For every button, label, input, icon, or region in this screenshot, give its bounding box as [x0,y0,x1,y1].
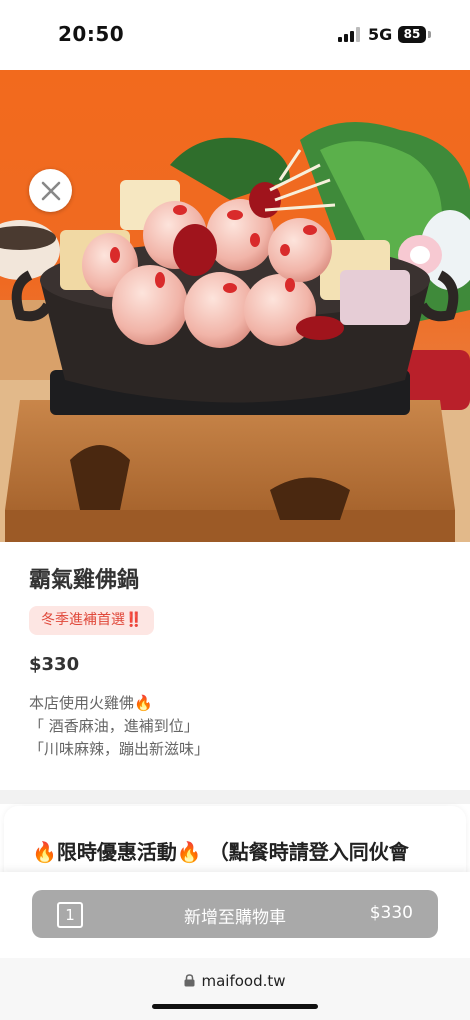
product-description: 本店使用火雞佛🔥 「 酒香麻油，進補到位」 「川味麻辣，蹦出新滋味」 [29,692,209,761]
battery-cap [428,31,431,38]
close-button[interactable] [29,169,72,212]
section-divider [0,790,470,804]
lock-icon [184,974,195,987]
description-line: 「川味麻辣，蹦出新滋味」 [29,740,210,758]
product-price: $330 [29,654,80,675]
url-text: maifood.tw [201,972,286,990]
product-image [0,70,470,542]
browser-bar: maifood.tw [0,958,470,1020]
add-to-cart-button[interactable]: 1 新增至購物車 $330 [32,890,438,938]
product-info: 霸氣雞佛鍋 冬季進補首選‼️ $330 本店使用火雞佛🔥 「 酒香麻油，進補到位… [0,542,470,790]
status-time: 20:50 [58,22,125,46]
description-line: 「 酒香麻油，進補到位」 [29,717,199,735]
description-line: 本店使用火雞佛🔥 [29,694,153,712]
promo-text: 🔥限時優惠活動🔥 （點餐時請登入同伙會 [32,840,409,864]
cart-price: $330 [369,903,413,923]
status-bar: 20:50 5G 85 [0,0,470,70]
network-label: 5G [368,25,393,44]
home-indicator[interactable] [152,1004,318,1009]
cart-bar: 1 新增至購物車 $330 [0,872,470,958]
battery-icon: 85 [398,26,426,43]
close-icon [41,181,60,200]
promo-tag: 冬季進補首選‼️ [29,606,155,635]
address-bar[interactable]: maifood.tw [0,972,470,990]
signal-icon [338,27,360,42]
hot-pot-photo [0,70,470,542]
product-title: 霸氣雞佛鍋 [29,568,140,593]
